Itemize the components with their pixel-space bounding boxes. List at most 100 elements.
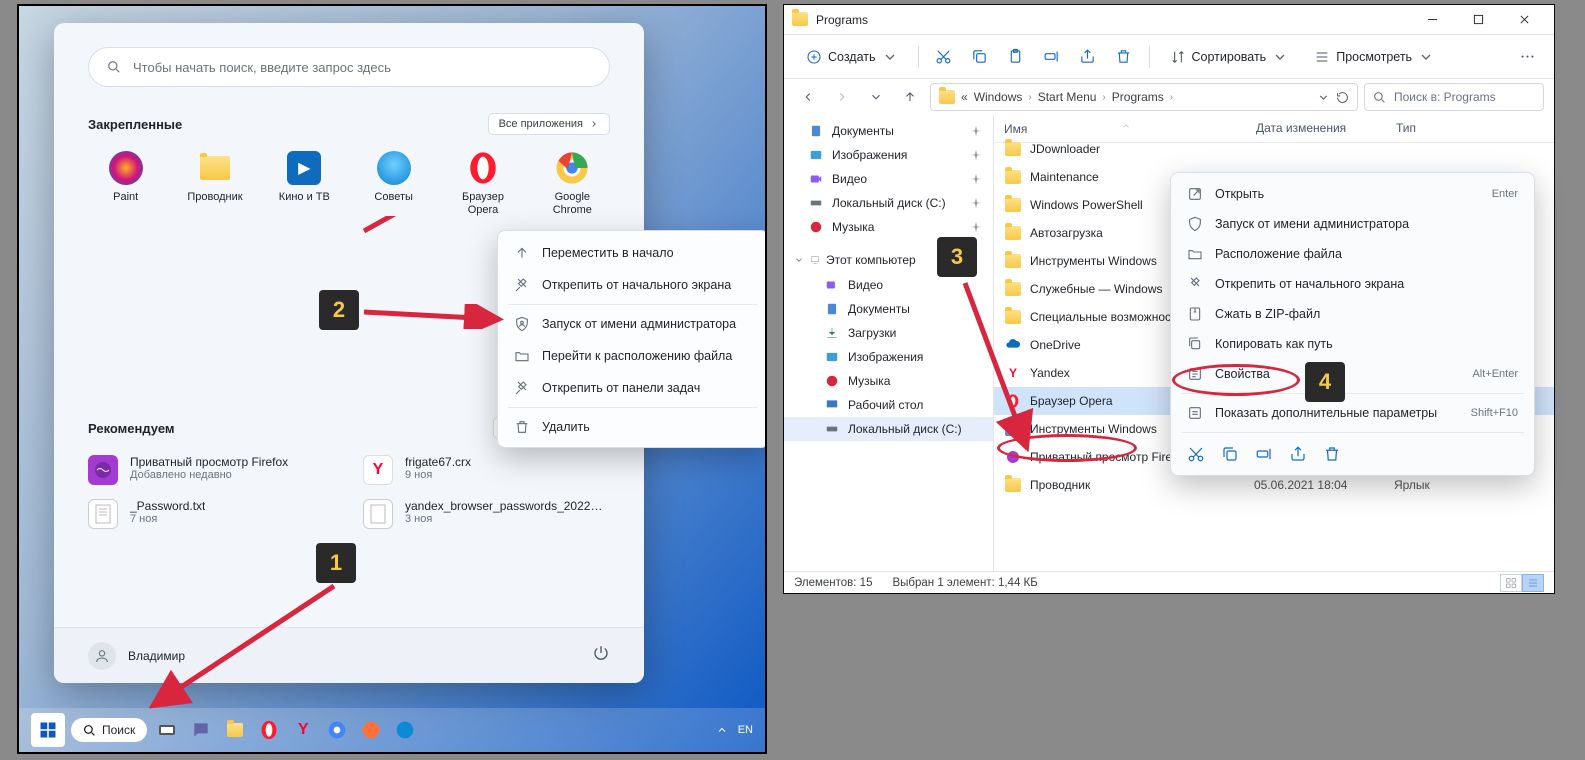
- title-bar: Programs: [784, 5, 1554, 35]
- view-large-button[interactable]: [1500, 574, 1522, 592]
- music-icon: [809, 220, 823, 234]
- ctx-unpin-start[interactable]: Открепить от начального экрана: [1171, 269, 1534, 299]
- start-button[interactable]: [31, 713, 65, 747]
- breadcrumb[interactable]: Start Menu: [1038, 90, 1097, 104]
- sidebar-item-videos[interactable]: Видео: [784, 167, 993, 191]
- chevron-right-icon: [589, 119, 599, 129]
- unpin-icon: [514, 277, 530, 293]
- video-icon: [825, 278, 839, 292]
- trash-icon[interactable]: [1323, 445, 1341, 463]
- document-icon: [809, 124, 823, 138]
- copy-icon[interactable]: [1221, 445, 1239, 463]
- paste-button[interactable]: [1001, 42, 1031, 72]
- pinned-movies[interactable]: ▶Кино и ТВ: [267, 151, 342, 217]
- ctx-unpin-task[interactable]: Открепить от панели задач: [498, 372, 767, 404]
- pinned-title: Закрепленные: [88, 117, 182, 132]
- nav-row: « Windows› Start Menu› Programs› Поиск в…: [784, 79, 1554, 115]
- rec-frigate[interactable]: Yfrigate67.crx9 ноя: [363, 455, 610, 485]
- sort-icon: [1170, 49, 1186, 65]
- taskbar-chat[interactable]: [187, 716, 215, 744]
- view-button[interactable]: Просмотреть: [1304, 44, 1444, 70]
- pinned-explorer[interactable]: Проводник: [177, 151, 252, 217]
- sort-button[interactable]: Сортировать: [1160, 44, 1299, 70]
- taskbar-taskview[interactable]: [153, 716, 181, 744]
- music-icon: [825, 374, 839, 388]
- sidebar-item-documents[interactable]: Документы: [784, 119, 993, 143]
- minimize-button[interactable]: [1410, 6, 1454, 34]
- text-file-icon: [95, 504, 111, 524]
- ctx-file-location[interactable]: Расположение файла: [1171, 239, 1534, 269]
- breadcrumb[interactable]: Windows: [974, 90, 1023, 104]
- rec-firefox-private[interactable]: Приватный просмотр FirefoxДобавлено неда…: [88, 455, 335, 485]
- annotation-arrow-2a: [359, 216, 514, 244]
- taskbar-firefox[interactable]: [357, 716, 385, 744]
- sidebar-item-pictures[interactable]: Изображения: [784, 143, 993, 167]
- annotation-arrow-2b: [359, 304, 509, 329]
- ctx-run-admin[interactable]: Запуск от имени администратора: [1171, 209, 1534, 239]
- view-details-button[interactable]: [1522, 574, 1544, 592]
- pinned-opera[interactable]: Браузер Opera: [445, 151, 520, 217]
- taskbar-edge[interactable]: [391, 716, 419, 744]
- address-bar[interactable]: « Windows› Start Menu› Programs›: [930, 83, 1358, 111]
- taskbar-opera[interactable]: [255, 716, 283, 744]
- nav-up[interactable]: [896, 83, 924, 111]
- ctx-goto-file[interactable]: Перейти к расположению файла: [498, 340, 767, 372]
- chevron-down-icon: [1272, 49, 1288, 65]
- taskbar: Поиск Y EN: [19, 708, 765, 752]
- cut-button[interactable]: [929, 42, 959, 72]
- status-selection: Выбран 1 элемент: 1,44 КБ: [892, 577, 1037, 589]
- all-apps-button[interactable]: Все приложения: [488, 113, 610, 135]
- unpin-icon: [1187, 276, 1203, 292]
- pinned-chrome[interactable]: Google Chrome: [535, 151, 610, 217]
- ctx-show-more[interactable]: Показать дополнительные параметрыShift+F…: [1171, 398, 1534, 428]
- sidebar-item-music[interactable]: Музыка: [784, 215, 993, 239]
- more-options-icon: [1187, 405, 1203, 421]
- share-icon[interactable]: [1289, 445, 1307, 463]
- ctx-unpin-start[interactable]: Открепить от начального экрана: [498, 269, 767, 301]
- scissors-icon[interactable]: [1187, 445, 1205, 463]
- download-icon: [825, 326, 839, 340]
- new-button[interactable]: Создать: [796, 44, 908, 70]
- copy-button[interactable]: [965, 42, 995, 72]
- more-button[interactable]: [1512, 42, 1542, 72]
- rename-icon[interactable]: [1255, 445, 1273, 463]
- rec-password[interactable]: _Password.txt7 ноя: [88, 499, 335, 529]
- breadcrumb[interactable]: Programs: [1112, 90, 1164, 104]
- ctx-open[interactable]: ОткрытьEnter: [1171, 179, 1534, 209]
- ctx-copy-path[interactable]: Копировать как путь: [1171, 329, 1534, 359]
- ctx-zip[interactable]: Сжать в ZIP-файл: [1171, 299, 1534, 329]
- all-apps-label: Все приложения: [499, 118, 583, 130]
- explorer-search[interactable]: Поиск в: Programs: [1364, 83, 1544, 111]
- chevron-up-icon[interactable]: [716, 724, 728, 736]
- ctx-delete[interactable]: Удалить: [498, 411, 767, 443]
- taskbar-search[interactable]: Поиск: [71, 718, 147, 742]
- taskbar-yandex[interactable]: Y: [289, 716, 317, 744]
- ctx-run-admin[interactable]: Запуск от имени администратора: [498, 308, 767, 340]
- power-button[interactable]: [592, 644, 610, 667]
- sidebar-item-localdisk[interactable]: Локальный диск (C:): [784, 191, 993, 215]
- refresh-icon[interactable]: [1336, 91, 1349, 104]
- taskbar-chrome[interactable]: [323, 716, 351, 744]
- search-input[interactable]: Чтобы начать поиск, введите запрос здесь: [88, 47, 610, 87]
- nav-recent[interactable]: [862, 83, 890, 111]
- lang-indicator[interactable]: EN: [738, 724, 753, 736]
- pinned-tips[interactable]: Советы: [356, 151, 431, 217]
- column-headers[interactable]: Имя Дата изменения Тип: [994, 115, 1554, 143]
- nav-back[interactable]: [794, 83, 822, 111]
- annotation-oval-properties: [1172, 364, 1300, 396]
- folder-open-icon: [514, 348, 530, 364]
- annotation-badge-1: 1: [316, 543, 356, 583]
- rec-yandex-pw[interactable]: yandex_browser_passwords_2022-1...3 ноя: [363, 499, 610, 529]
- chat-icon: [191, 720, 211, 740]
- chevron-down-icon[interactable]: [1317, 91, 1330, 104]
- close-button[interactable]: [1502, 6, 1546, 34]
- maximize-button[interactable]: [1456, 6, 1500, 34]
- delete-button[interactable]: [1109, 42, 1139, 72]
- taskbar-explorer[interactable]: [221, 716, 249, 744]
- pinned-paint[interactable]: Paint: [88, 151, 163, 217]
- rename-button[interactable]: [1037, 42, 1067, 72]
- ctx-move-top[interactable]: Переместить в начало: [498, 237, 767, 269]
- search-icon: [107, 60, 121, 74]
- share-button[interactable]: [1073, 42, 1103, 72]
- nav-forward[interactable]: [828, 83, 856, 111]
